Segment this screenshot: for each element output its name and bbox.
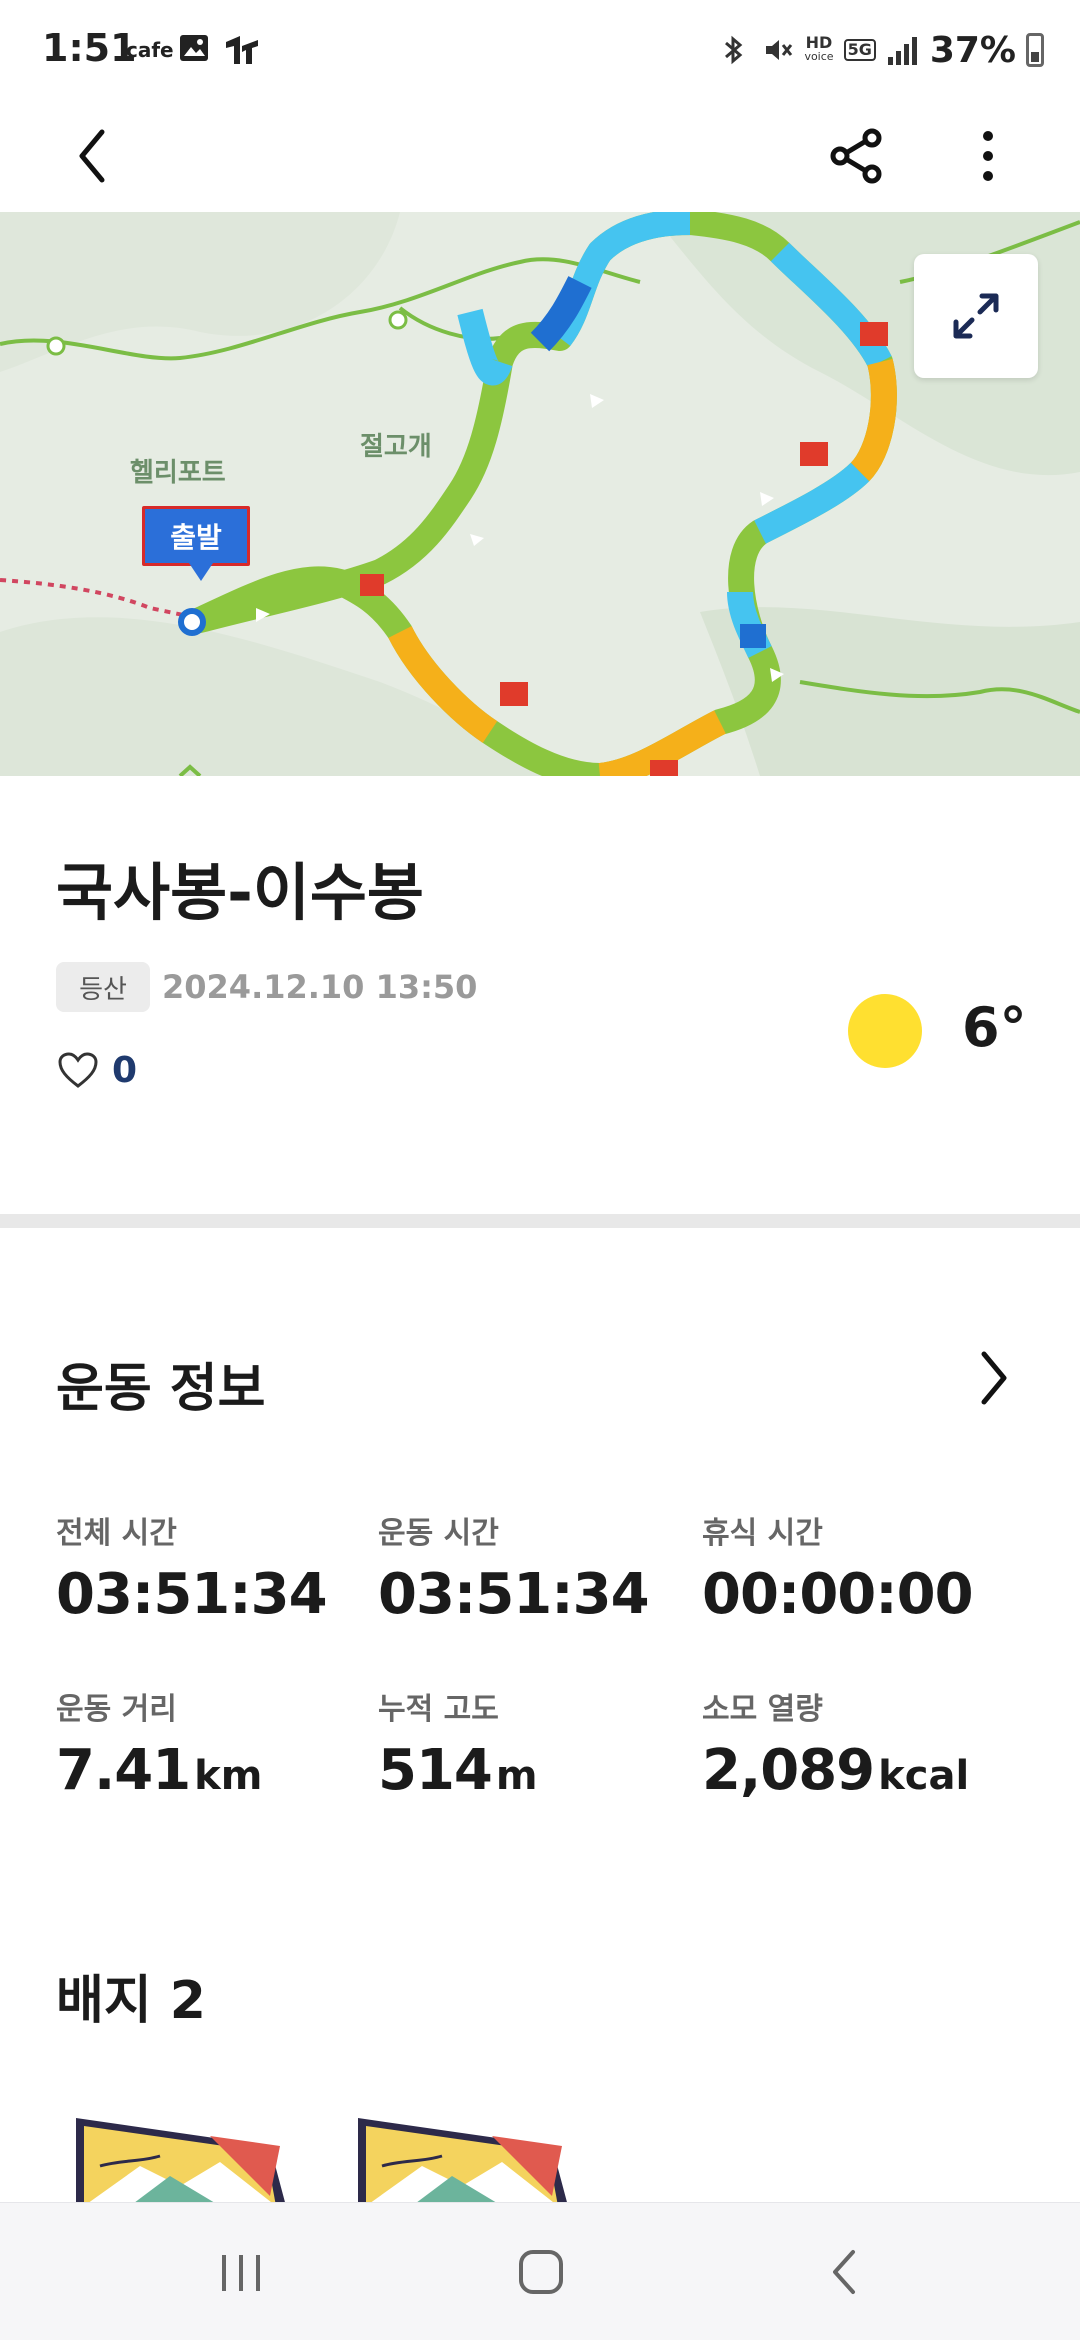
share-button[interactable] xyxy=(818,118,894,194)
stat-label: 운동 시간 xyxy=(378,1516,499,1551)
hd-voice-icon: HD voice xyxy=(804,35,834,64)
stat-calories: 소모 열량 2,089 kcal xyxy=(702,1684,1022,1803)
battery-icon xyxy=(1026,33,1044,67)
mute-icon xyxy=(766,40,793,60)
sun-icon xyxy=(848,994,922,1068)
exercise-info-detail-button[interactable] xyxy=(962,1346,1026,1410)
stat-value: 2,089 xyxy=(702,1738,875,1803)
exercise-info-title: 운동 정보 xyxy=(56,1359,266,1419)
status-right-group: HD voice 5G 37% xyxy=(716,26,1044,74)
stat-distance: 운동 거리 7.41 km xyxy=(56,1684,376,1803)
map-label-heliport: 헬리포트 xyxy=(130,458,226,488)
stat-unit: m xyxy=(495,1753,538,1799)
status-time: 1:51 xyxy=(42,26,137,70)
home-button[interactable] xyxy=(506,2237,576,2307)
route-map[interactable]: 헬리포트 절고개 출발 xyxy=(0,212,1080,776)
activity-datetime: 2024.12.10 13:50 xyxy=(162,968,478,1006)
stat-unit: kcal xyxy=(878,1753,970,1799)
stat-label: 운동 거리 xyxy=(56,1692,177,1727)
badge-mountain-icon[interactable] xyxy=(352,2106,572,2206)
gallery-icon xyxy=(180,35,208,61)
stat-label: 전체 시간 xyxy=(56,1516,177,1551)
back-icon xyxy=(833,2250,855,2294)
recents-icon xyxy=(222,2255,260,2291)
stat-exercise-time: 운동 시간 03:51:34 xyxy=(378,1508,698,1627)
chevron-right-icon xyxy=(981,1351,1007,1405)
network-type: 5G xyxy=(843,39,876,61)
heart-icon[interactable] xyxy=(56,1050,100,1090)
more-vertical-icon xyxy=(983,131,993,181)
signal-icon xyxy=(887,37,917,65)
home-icon xyxy=(519,2250,563,2294)
stat-rest-time: 휴식 시간 00:00:00 xyxy=(702,1508,1022,1627)
temperature: 6° xyxy=(962,996,1027,1059)
badge-mountain-icon[interactable] xyxy=(70,2106,290,2206)
expand-icon xyxy=(953,293,999,339)
app-bar xyxy=(0,100,1080,212)
system-nav-bar xyxy=(0,2202,1080,2340)
stat-unit: km xyxy=(194,1753,263,1799)
status-bar: 1:51 cafe HD voice 5G 37% xyxy=(0,0,1080,100)
more-options-button[interactable] xyxy=(950,118,1026,194)
stat-value: 03:51:34 xyxy=(56,1562,328,1627)
voice-label: voice xyxy=(804,50,834,63)
stat-value: 03:51:34 xyxy=(378,1562,650,1627)
stat-label: 누적 고도 xyxy=(378,1692,499,1727)
bluetooth-icon xyxy=(725,35,743,65)
expand-map-button[interactable] xyxy=(914,254,1038,378)
category-badge: 등산 xyxy=(56,962,150,1012)
badges-title: 배지 2 xyxy=(56,1971,206,2031)
screen: 1:51 cafe HD voice 5G 37% 헬리포트 절고개 출발 국사… xyxy=(0,0,1080,2340)
start-marker: 출발 xyxy=(142,506,250,581)
stat-value: 7.41 xyxy=(56,1738,191,1803)
stat-total-time: 전체 시간 03:51:34 xyxy=(56,1508,376,1627)
stat-value: 00:00:00 xyxy=(702,1562,974,1627)
stat-elevation: 누적 고도 514 m xyxy=(378,1684,698,1803)
battery-percent: 37% xyxy=(929,29,1016,71)
stat-label: 휴식 시간 xyxy=(702,1516,823,1551)
activity-title: 국사봉-이수봉 xyxy=(56,856,424,929)
share-icon xyxy=(830,128,882,184)
system-back-button[interactable] xyxy=(810,2239,880,2305)
back-button[interactable] xyxy=(56,118,132,194)
app-notification-icon xyxy=(226,36,258,64)
section-divider xyxy=(0,1214,1080,1228)
map-label-pass: 절고개 xyxy=(360,432,432,462)
like-count: 0 xyxy=(112,1050,138,1091)
stat-value: 514 xyxy=(378,1738,493,1803)
stat-label: 소모 열량 xyxy=(702,1692,823,1727)
cafe-notification-icon: cafe xyxy=(126,38,174,62)
chevron-left-icon xyxy=(79,129,105,183)
recents-button[interactable] xyxy=(206,2243,276,2303)
